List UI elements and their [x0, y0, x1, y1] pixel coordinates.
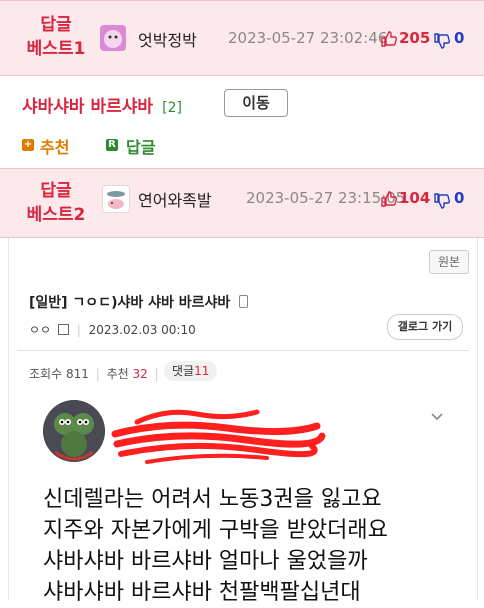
recommend-count: 32 — [132, 367, 148, 381]
avatar — [100, 25, 126, 51]
nickname[interactable]: 엇박정박 — [138, 27, 197, 51]
post-date: 2023.02.03 00:10 — [88, 323, 196, 337]
best-label-1: 답글 베스트1 — [14, 13, 98, 61]
body-line: 샤바샤바 바르샤바 천팔백팔십년대 — [43, 580, 361, 605]
downvote-count: 0 — [454, 189, 465, 207]
upvote-count: 104 — [399, 189, 431, 207]
thumbs-up-icon[interactable] — [380, 190, 398, 212]
chevron-down-icon[interactable] — [429, 408, 445, 428]
best-reply-2: 답글 베스트2 연어와족발 2023-05-27 23:15:05 104 0 — [0, 168, 484, 238]
separator — [17, 350, 469, 351]
best-label-line1: 답글 — [40, 181, 72, 201]
gallery-button-label: 갤로그 가기 — [397, 320, 453, 333]
views-label: 조회수 — [29, 367, 63, 381]
thread-title-row: 샤바샤바 바르샤바 [2] — [22, 92, 182, 117]
best-label-line1: 답글 — [40, 15, 72, 35]
recommend-link[interactable]: 추천 — [40, 134, 69, 158]
nickname[interactable]: 연어와족발 — [138, 187, 212, 211]
reply-badge-text: R — [108, 139, 116, 150]
comments-pill[interactable]: 댓글11 — [164, 361, 218, 381]
body-line: 샤바샤바 바르샤바 얼마나 울었을까 — [43, 549, 368, 574]
recommend-badge-text: + — [23, 139, 33, 150]
body-line: 지주와 자본가에게 구박을 받았더래요 — [43, 518, 388, 543]
original-button-label: 원본 — [437, 255, 461, 269]
best-reply-1: 답글 베스트1 엇박정박 2023-05-27 23:02:46 205 0 — [0, 0, 484, 76]
thumbs-down-icon[interactable] — [433, 192, 451, 214]
recommend-badge: + — [22, 139, 34, 151]
post-stats: 조회수 811 | 추천 32 | — [29, 365, 162, 382]
move-button-label: 이동 — [242, 94, 270, 112]
divider: | — [154, 367, 159, 381]
post-title-text: [일반] ㄱㅇㄷ)샤바 샤바 바르샤바 — [29, 295, 231, 311]
move-button[interactable]: 이동 — [224, 89, 288, 117]
views-count: 811 — [65, 367, 89, 381]
reply-badge: R — [106, 139, 118, 151]
salmon-pig-icon — [107, 191, 125, 209]
divider: | — [95, 367, 100, 381]
redaction-scribble — [111, 409, 326, 464]
best-label-line2: 베스트2 — [26, 205, 86, 225]
thumbs-up-icon[interactable] — [380, 30, 398, 52]
recommend-label: 추천 — [106, 367, 129, 381]
best-label-line2: 베스트1 — [26, 39, 86, 59]
body-line: 신데렐라는 어려서 노동3권을 잃고요 — [43, 487, 382, 512]
reply-count: [2] — [162, 100, 182, 116]
post-body: 신데렐라는 어려서 노동3권을 잃고요 지주와 자본가에게 구박을 받았더래요 … — [43, 484, 473, 608]
downvote-count: 0 — [454, 29, 465, 47]
post-meta: ㅇㅇ | 2023.02.03 00:10 — [29, 321, 196, 338]
datetime: 2023-05-27 23:02:46 — [228, 29, 388, 47]
thumbs-down-icon[interactable] — [433, 32, 451, 54]
mobile-icon — [239, 295, 249, 308]
avatar — [102, 185, 130, 213]
upvote-count: 205 — [399, 29, 431, 47]
post-panel: 원본 [일반] ㄱㅇㄷ)샤바 샤바 바르샤바 ㅇㅇ | 2023.02.03 0… — [8, 238, 478, 605]
original-button[interactable]: 원본 — [429, 250, 469, 274]
comments-count: 11 — [194, 364, 210, 378]
reply-link[interactable]: 답글 — [126, 134, 155, 158]
author[interactable]: ㅇㅇ — [29, 323, 51, 337]
avatar-image-icon — [43, 400, 105, 462]
post-title: [일반] ㄱㅇㄷ)샤바 샤바 바르샤바 — [29, 292, 249, 312]
thread-title[interactable]: 샤바샤바 바르샤바 — [22, 97, 153, 117]
comments-label: 댓글 — [172, 364, 195, 378]
image-icon — [57, 324, 69, 335]
best-label-2: 답글 베스트2 — [14, 179, 98, 227]
gallery-button[interactable]: 갤로그 가기 — [387, 314, 463, 340]
divider: | — [76, 323, 81, 337]
avatar-face-icon — [104, 30, 122, 48]
commenter-avatar — [43, 400, 105, 462]
